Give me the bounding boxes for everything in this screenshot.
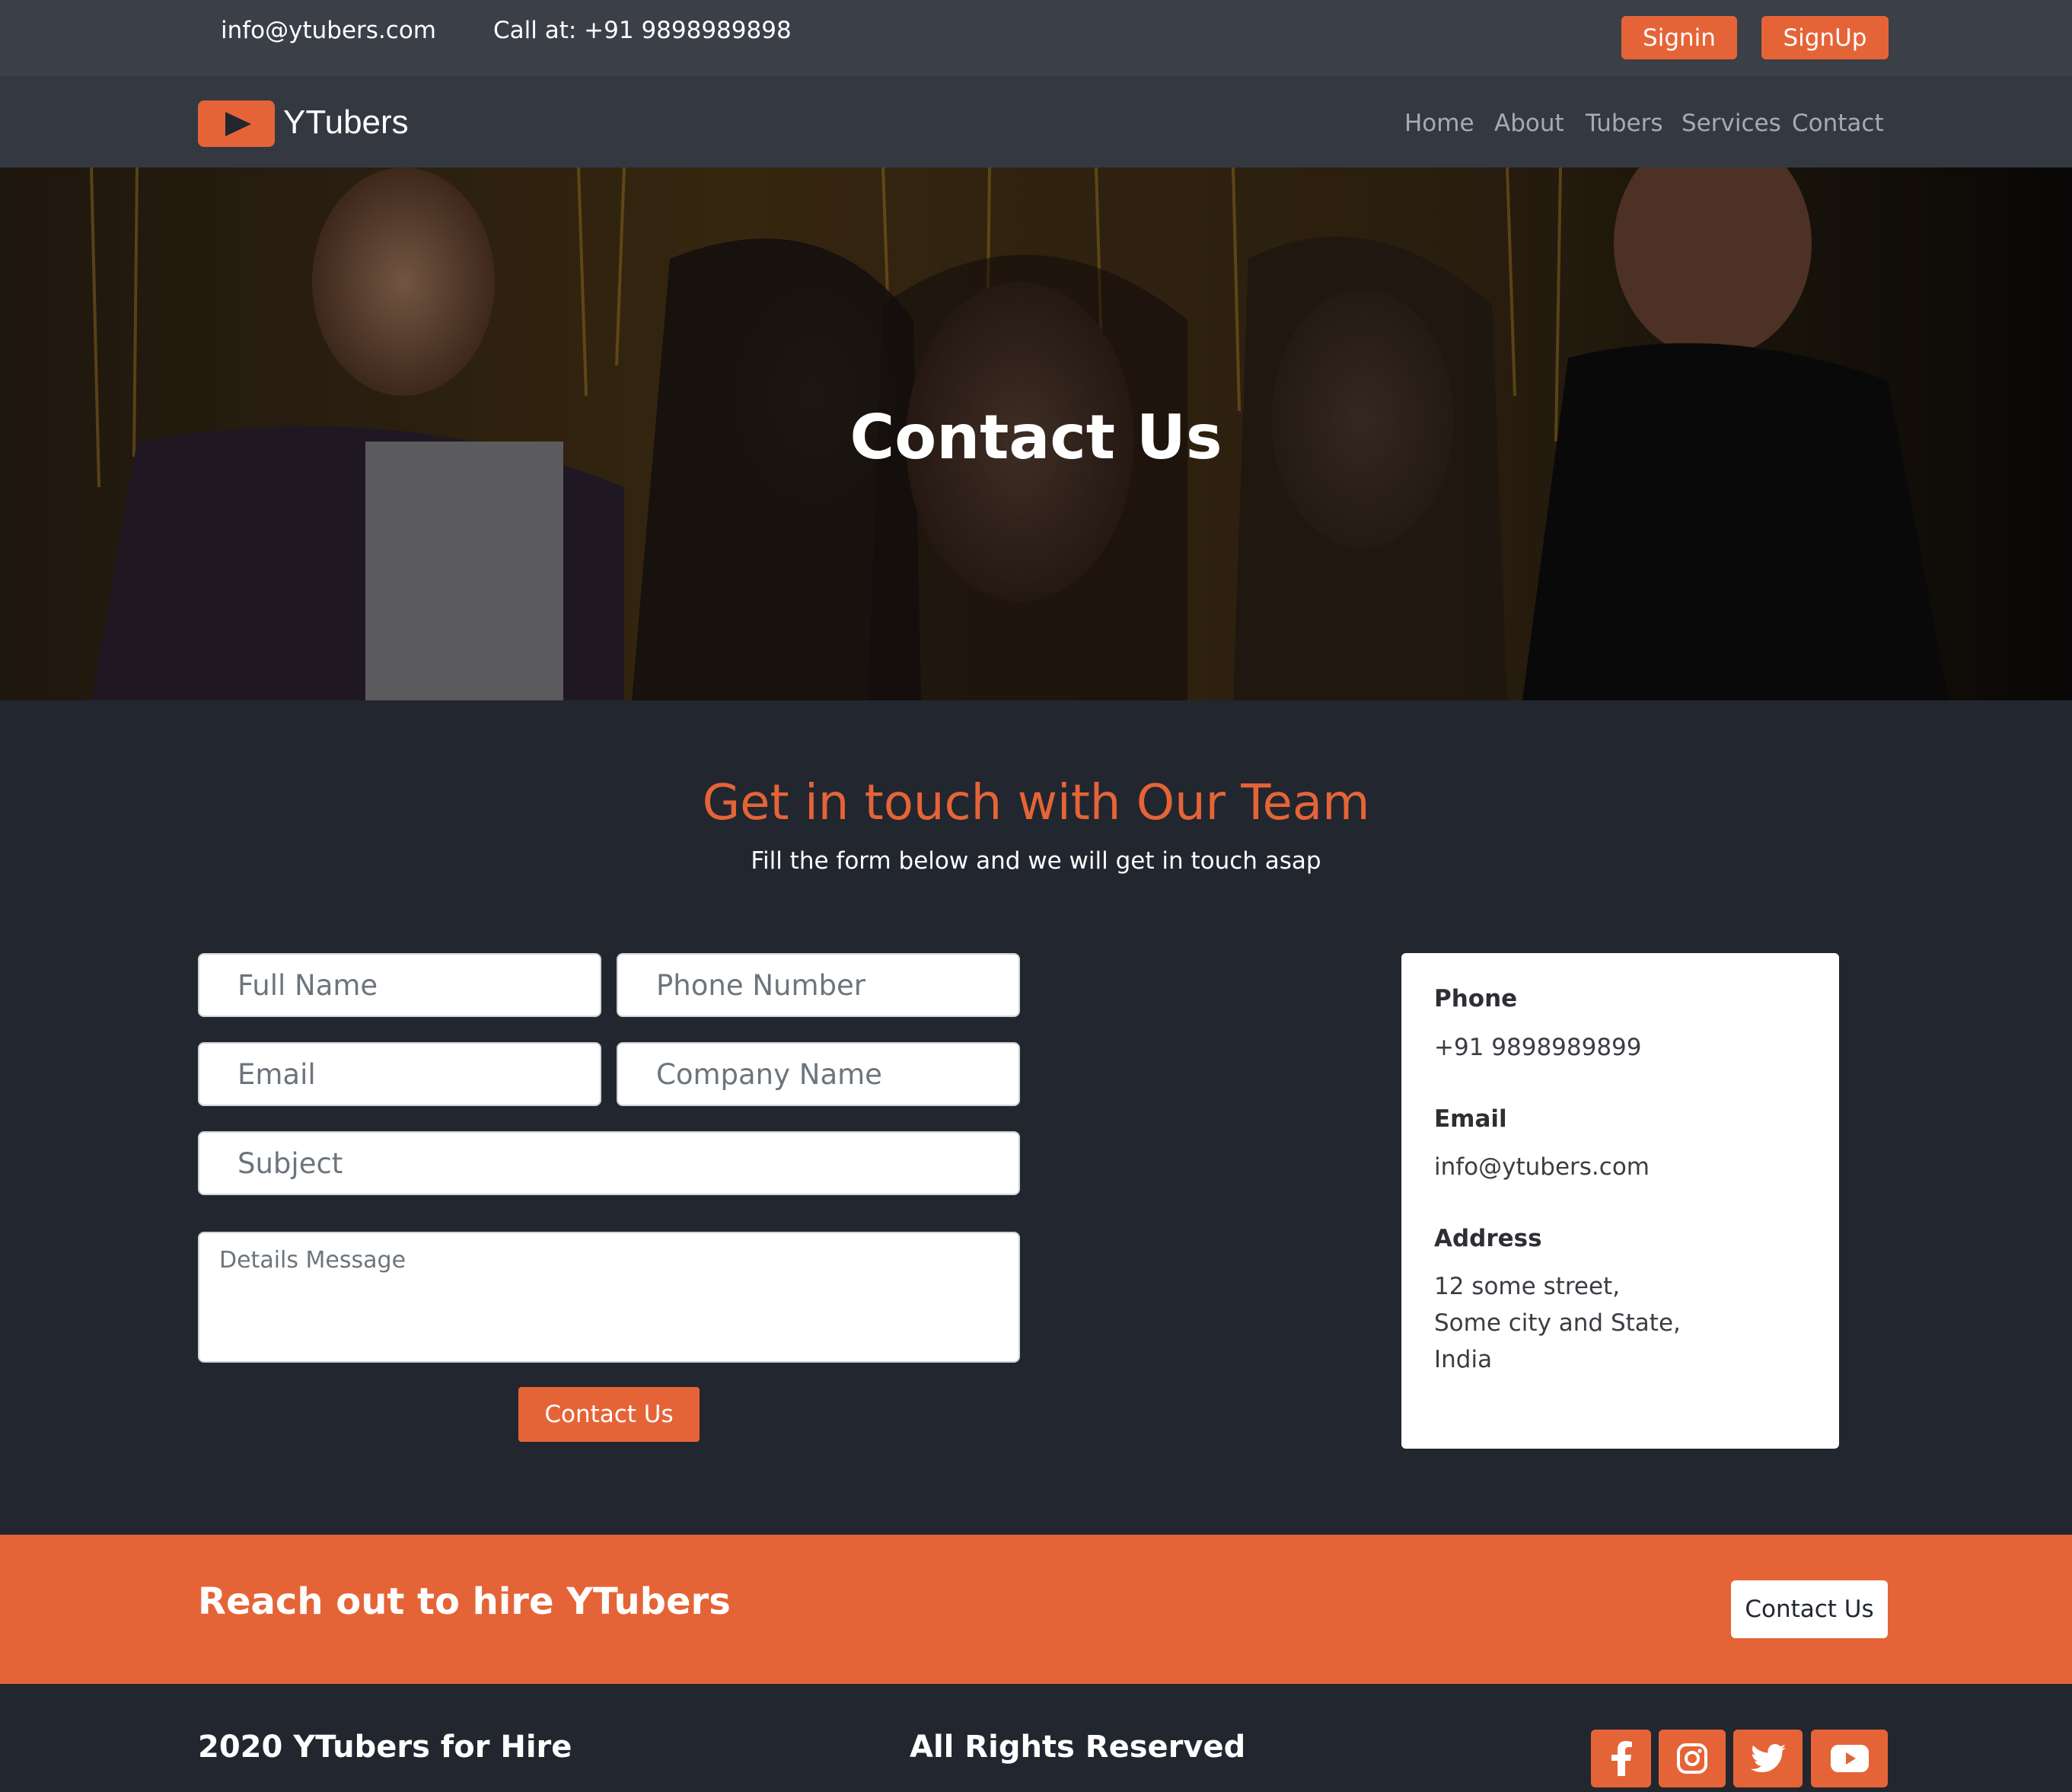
nav-tubers[interactable]: Tubers (1586, 110, 1663, 137)
address-line-1: 12 some street, (1434, 1273, 1621, 1300)
contact-info-card: Phone +91 9898989899 Email info@ytubers.… (1401, 953, 1839, 1449)
email-label: Email (1434, 1105, 1507, 1133)
cta-contact-button[interactable]: Contact Us (1731, 1580, 1888, 1638)
footer-rights: All Rights Reserved (910, 1730, 1246, 1765)
top-bar: info@ytubers.com Call at: +91 9898989898… (0, 0, 2072, 76)
cta-text: Reach out to hire YTubers (198, 1580, 731, 1623)
signin-button[interactable]: Signin (1621, 16, 1737, 59)
nav-services[interactable]: Services (1682, 110, 1781, 137)
logo-play-icon[interactable] (198, 100, 275, 147)
hero-title: Contact Us (850, 402, 1222, 473)
page: info@ytubers.com Call at: +91 9898989898… (0, 0, 2072, 1792)
nav-home[interactable]: Home (1404, 110, 1474, 137)
phone-number-input[interactable]: Phone Number (617, 953, 1020, 1017)
facebook-icon[interactable] (1591, 1730, 1651, 1787)
phone-label: Phone (1434, 985, 1518, 1012)
signup-button[interactable]: SignUp (1761, 16, 1889, 59)
company-name-input[interactable]: Company Name (617, 1042, 1020, 1106)
address-line-2: Some city and State, (1434, 1309, 1681, 1337)
phone-value: +91 9898989899 (1434, 1034, 1642, 1061)
email-input[interactable]: Email (198, 1042, 601, 1106)
top-email[interactable]: info@ytubers.com (221, 17, 436, 44)
section-subtitle: Fill the form below and we will get in t… (751, 847, 1321, 875)
message-textarea[interactable]: Details Message (198, 1232, 1020, 1363)
address-label: Address (1434, 1225, 1542, 1252)
hero-banner: Contact Us (0, 167, 2072, 700)
navbar: YTubers Home About Tubers Services Conta… (0, 76, 2072, 167)
address-line-3: India (1434, 1346, 1493, 1373)
top-phone[interactable]: Call at: +91 9898989898 (493, 17, 792, 44)
contact-submit-button[interactable]: Contact Us (518, 1387, 700, 1442)
section-title: Get in touch with Our Team (702, 775, 1370, 831)
footer: 2020 YTubers for Hire All Rights Reserve… (0, 1684, 2072, 1792)
nav-about[interactable]: About (1494, 110, 1564, 137)
twitter-icon[interactable] (1733, 1730, 1803, 1787)
instagram-icon[interactable] (1659, 1730, 1726, 1787)
cta-band: Reach out to hire YTubers Contact Us (0, 1535, 2072, 1684)
footer-copyright: 2020 YTubers for Hire (198, 1730, 572, 1765)
youtube-icon[interactable] (1811, 1730, 1888, 1787)
subject-input[interactable]: Subject (198, 1131, 1020, 1195)
nav-contact[interactable]: Contact (1792, 110, 1884, 137)
email-value: info@ytubers.com (1434, 1153, 1650, 1181)
brand-name[interactable]: YTubers (283, 104, 409, 142)
full-name-input[interactable]: Full Name (198, 953, 601, 1017)
